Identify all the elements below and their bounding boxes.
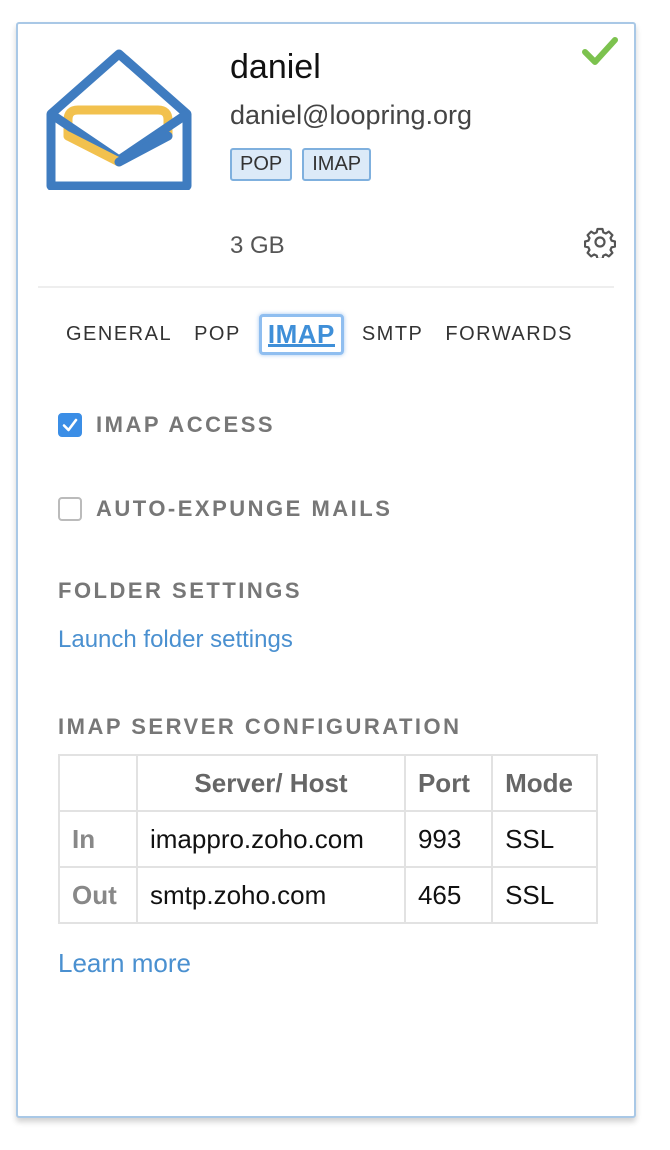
launch-folder-settings-link[interactable]: Launch folder settings — [58, 626, 293, 654]
server-config-title: IMAP SERVER CONFIGURATION — [58, 714, 462, 739]
tab-imap[interactable]: IMAP — [258, 314, 344, 355]
table-row: Out smtp.zoho.com 465 SSL — [58, 866, 598, 924]
learn-more-link[interactable]: Learn more — [58, 948, 191, 979]
imap-access-option[interactable]: IMAP ACCESS — [58, 412, 275, 438]
auto-expunge-checkbox[interactable] — [58, 497, 82, 521]
row-host: imappro.zoho.com — [136, 810, 406, 868]
checkbox-check-icon — [62, 418, 78, 432]
row-host: smtp.zoho.com — [136, 866, 406, 924]
settings-tabs: GENERAL POP IMAP SMTP FORWARDS — [66, 314, 595, 355]
auto-expunge-option[interactable]: AUTO-EXPUNGE MAILS — [58, 496, 392, 522]
row-direction: Out — [58, 866, 138, 924]
row-direction: In — [58, 810, 138, 868]
tab-pop[interactable]: POP — [194, 319, 241, 350]
folder-settings-title: FOLDER SETTINGS — [58, 578, 303, 603]
protocol-badges: POP IMAP — [230, 148, 372, 181]
pop-badge: POP — [230, 148, 293, 181]
tab-forwards[interactable]: FORWARDS — [445, 319, 573, 350]
server-config-table: Server/ Host Port Mode In imappro.zoho.c… — [58, 754, 598, 924]
tab-general[interactable]: GENERAL — [66, 319, 172, 350]
row-mode: SSL — [491, 810, 598, 868]
column-header-port: Port — [403, 754, 494, 812]
account-card: daniel daniel@loopring.org POP IMAP 3 GB… — [16, 22, 636, 1118]
row-port: 993 — [403, 810, 494, 868]
header-divider — [38, 286, 614, 288]
column-header-mode: Mode — [491, 754, 598, 812]
table-row: In imappro.zoho.com 993 SSL — [58, 810, 598, 868]
column-header-host: Server/ Host — [136, 754, 406, 812]
auto-expunge-label: AUTO-EXPUNGE MAILS — [96, 496, 393, 521]
imap-badge: IMAP — [302, 148, 372, 181]
gear-icon[interactable] — [584, 226, 616, 258]
mail-logo-icon — [46, 49, 192, 190]
imap-access-checkbox[interactable] — [58, 413, 82, 437]
row-mode: SSL — [491, 866, 598, 924]
check-icon — [582, 37, 618, 65]
imap-access-label: IMAP ACCESS — [96, 412, 276, 437]
tab-smtp[interactable]: SMTP — [362, 319, 424, 350]
storage-size: 3 GB — [230, 232, 285, 259]
account-name: daniel — [230, 48, 321, 86]
table-header-row: Server/ Host Port Mode — [58, 754, 598, 812]
account-email: daniel@loopring.org — [230, 100, 473, 130]
column-header-direction — [58, 754, 138, 812]
row-port: 465 — [403, 866, 494, 924]
